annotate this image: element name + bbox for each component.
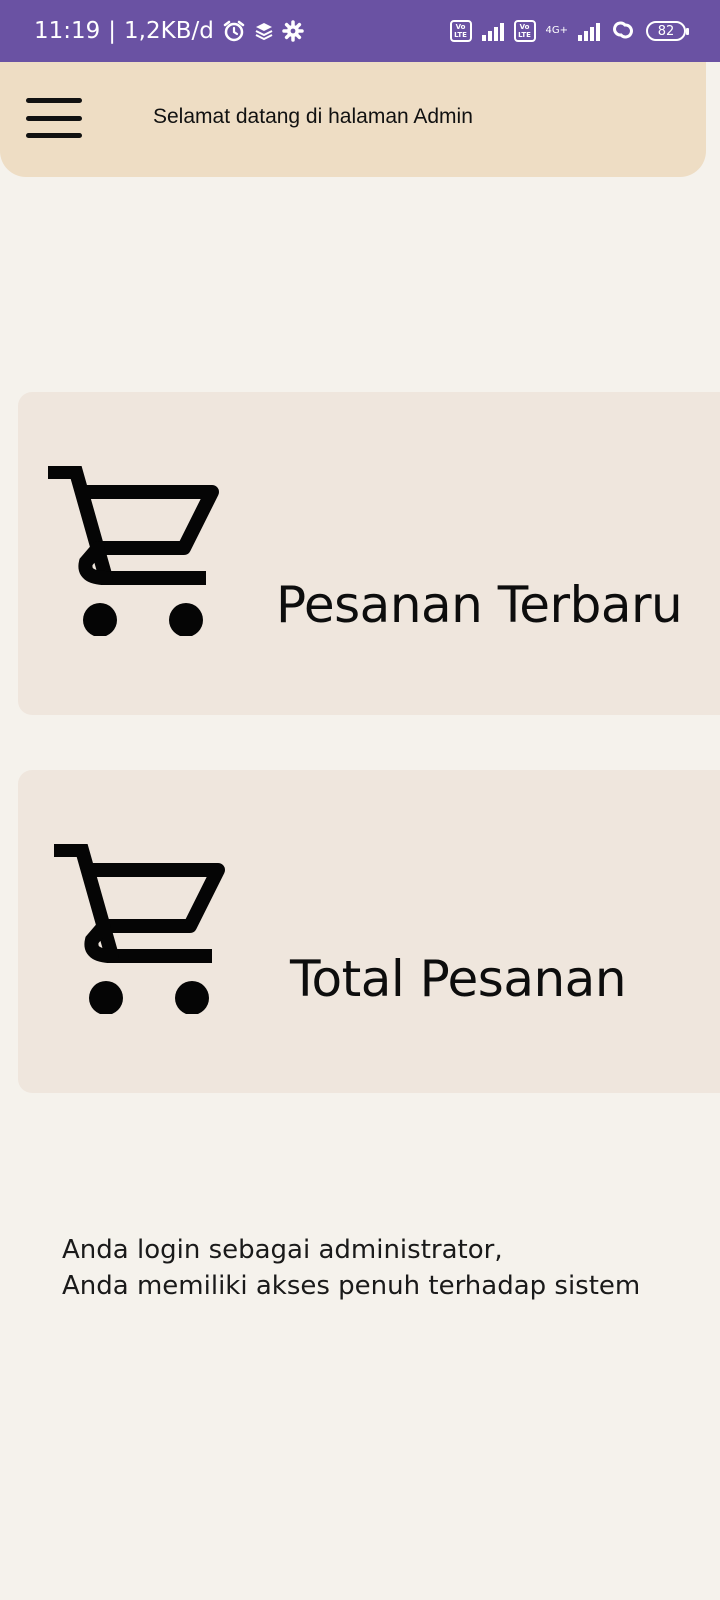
- card-pesanan-terbaru[interactable]: Pesanan Terbaru: [18, 392, 720, 715]
- shopping-cart-icon: [46, 465, 224, 640]
- volte-icon-2: Vo LTE: [513, 20, 536, 42]
- battery-icon: 82: [646, 21, 689, 41]
- status-time: 11:19: [34, 18, 101, 44]
- page-title: Selamat datang di halaman Admin: [153, 105, 473, 128]
- signal-strength-icon: [481, 21, 504, 41]
- app-header: Selamat datang di halaman Admin: [0, 62, 706, 177]
- volte-icon: Vo LTE: [449, 20, 472, 42]
- hotspot-link-icon: [610, 19, 636, 44]
- info-line-2: Anda memiliki akses penuh terhadap siste…: [62, 1271, 641, 1301]
- layers-icon: [254, 21, 274, 41]
- info-line-1: Anda login sebagai administrator,: [62, 1235, 503, 1265]
- card-label: Total Pesanan: [290, 950, 627, 1008]
- status-bar: 11:19 | 1,2KB/d Vo LTE Vo LTE 4G+ 82: [0, 0, 720, 62]
- shopping-cart-icon: [52, 843, 230, 1018]
- status-right: Vo LTE Vo LTE 4G+ 82: [449, 19, 689, 44]
- alarm-icon: [222, 19, 246, 43]
- card-label: Pesanan Terbaru: [276, 576, 683, 634]
- battery-level: 82: [657, 23, 675, 39]
- status-divider: |: [108, 18, 117, 44]
- network-type: 4G+: [545, 25, 569, 36]
- hamburger-menu-icon[interactable]: [26, 98, 82, 138]
- card-total-pesanan[interactable]: Total Pesanan: [18, 770, 720, 1093]
- signal-strength-icon-2: [578, 21, 600, 41]
- gear-icon: [282, 20, 304, 42]
- admin-info-text: Anda login sebagai administrator, Anda m…: [62, 1232, 640, 1304]
- status-data-rate: 1,2KB/d: [124, 18, 214, 44]
- status-left: 11:19 | 1,2KB/d: [34, 18, 304, 44]
